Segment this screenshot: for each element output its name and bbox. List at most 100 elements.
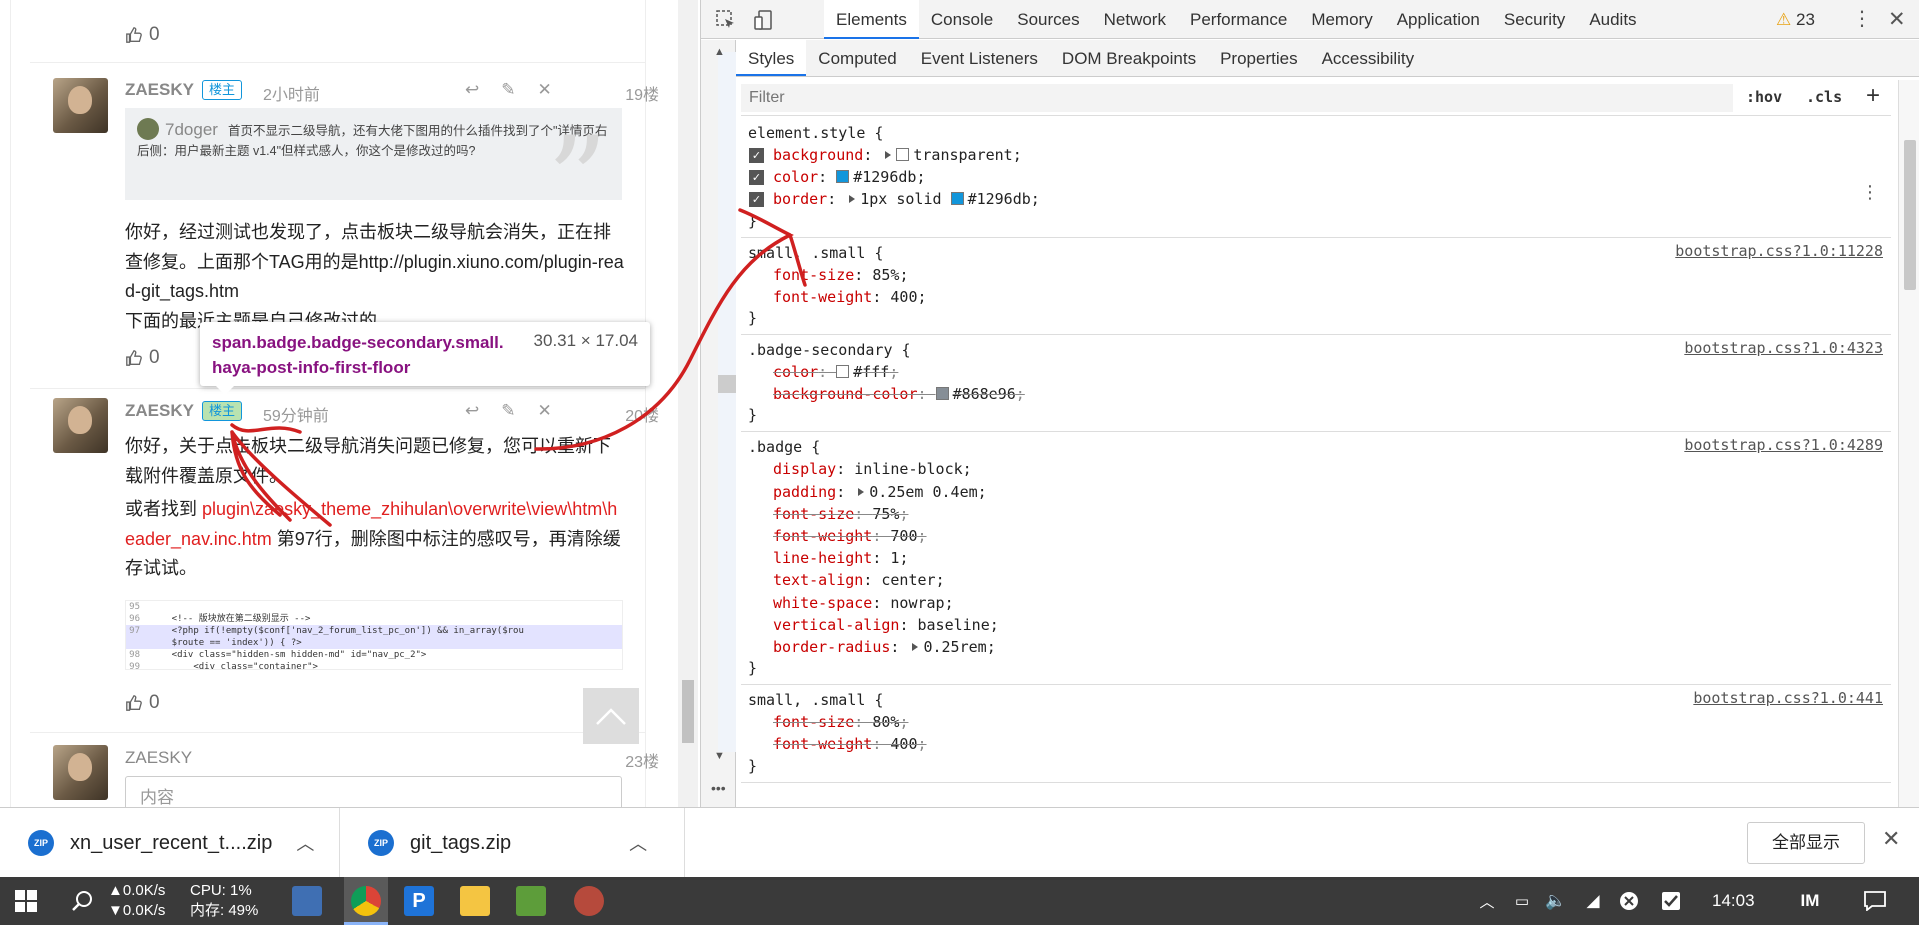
styles-scrollbar[interactable] <box>1898 80 1919 807</box>
expand-triangle-icon[interactable] <box>885 151 892 159</box>
quote-author[interactable]: 7doger <box>165 120 218 139</box>
download-item[interactable]: ZIP git_tags.zip ︿ <box>340 808 685 878</box>
breadcrumb-more-icon[interactable]: ••• <box>711 780 726 796</box>
property-value[interactable]: baseline <box>918 616 990 634</box>
expand-triangle-icon[interactable] <box>858 487 865 496</box>
property-name[interactable]: font-size <box>773 266 854 284</box>
property-value[interactable]: #fff <box>853 363 889 381</box>
tab-elements[interactable]: Elements <box>824 0 919 39</box>
tab-application[interactable]: Application <box>1385 0 1492 39</box>
css-declaration[interactable]: font-weight: 400; <box>748 733 1891 755</box>
search-icon[interactable] <box>62 877 102 925</box>
avatar[interactable] <box>53 398 108 453</box>
device-toolbar-icon[interactable] <box>753 9 775 31</box>
tab-audits[interactable]: Audits <box>1577 0 1648 39</box>
property-value[interactable]: 0.25em 0.4em <box>869 483 977 501</box>
back-to-top-button[interactable] <box>583 688 639 744</box>
download-item[interactable]: ZIP xn_user_recent_t....zip ︿ <box>0 808 340 878</box>
file-explorer-icon[interactable] <box>460 886 490 916</box>
css-declaration[interactable]: ✓ border: 1px solid #1296db; <box>748 188 1891 210</box>
scroll-down-icon[interactable]: ▼ <box>714 750 725 762</box>
hover-state-toggle[interactable]: :hov <box>1746 88 1782 106</box>
like-button[interactable]: 0 <box>125 692 160 714</box>
edit-icon[interactable]: ✎ <box>501 80 515 100</box>
clock[interactable]: 14:03 <box>1712 877 1755 925</box>
new-rule-icon[interactable]: + <box>1866 82 1880 110</box>
like-button[interactable]: 0 <box>125 347 160 369</box>
tab-network[interactable]: Network <box>1092 0 1178 39</box>
css-declaration[interactable]: font-size: 75%; <box>748 503 1891 525</box>
notifications-icon[interactable] <box>1855 877 1895 925</box>
subtab-styles[interactable]: Styles <box>736 40 807 76</box>
property-value[interactable]: 1 <box>890 549 899 567</box>
tab-console[interactable]: Console <box>919 0 1005 39</box>
delete-icon[interactable]: ✕ <box>538 80 552 100</box>
like-button[interactable]: 0 <box>125 24 160 46</box>
css-declaration[interactable]: display: inline-block; <box>748 458 1891 480</box>
color-swatch[interactable] <box>950 192 964 206</box>
volume-icon[interactable]: 🔈 <box>1540 877 1572 925</box>
property-value[interactable]: 700 <box>890 527 917 545</box>
property-name[interactable]: font-weight <box>773 527 872 545</box>
color-swatch[interactable] <box>836 170 850 184</box>
property-name[interactable]: background <box>773 146 863 164</box>
tab-memory[interactable]: Memory <box>1299 0 1384 39</box>
property-name[interactable]: font-size <box>773 505 854 523</box>
property-name[interactable]: text-align <box>773 571 863 589</box>
delete-icon[interactable]: ✕ <box>538 401 552 421</box>
property-name[interactable]: font-size <box>773 713 854 731</box>
property-name[interactable]: border-radius <box>773 638 890 656</box>
network-disconnected-icon[interactable] <box>1612 877 1646 925</box>
page-scrollbar[interactable] <box>678 0 698 807</box>
chrome-icon[interactable] <box>351 886 381 916</box>
subtab-dom-breakpoints[interactable]: DOM Breakpoints <box>1050 40 1208 76</box>
reply-input[interactable]: 内容 <box>125 776 622 807</box>
property-name[interactable]: border <box>773 190 827 208</box>
expand-triangle-icon[interactable] <box>849 195 856 204</box>
rule-more-icon[interactable]: ⋮ <box>1861 182 1879 203</box>
input-method-icon[interactable]: IM <box>1790 877 1830 925</box>
property-value[interactable]: #868e96 <box>953 385 1016 403</box>
declaration-checkbox[interactable]: ✓ <box>749 170 764 186</box>
css-declaration[interactable]: font-weight: 400; <box>748 286 1891 308</box>
css-declaration[interactable]: line-height: 1; <box>748 547 1891 569</box>
css-declaration[interactable]: text-align: center; <box>748 569 1891 591</box>
show-all-downloads-button[interactable]: 全部显示 <box>1747 822 1865 864</box>
property-name[interactable]: white-space <box>773 594 872 612</box>
css-declaration[interactable]: vertical-align: baseline; <box>748 614 1891 636</box>
property-name[interactable]: vertical-align <box>773 616 899 634</box>
action-center-check-icon[interactable] <box>1654 877 1688 925</box>
rule-source-link[interactable]: bootstrap.css?1.0:4323 <box>1684 339 1883 357</box>
property-name[interactable]: color <box>773 363 818 381</box>
tab-sources[interactable]: Sources <box>1005 0 1091 39</box>
edit-icon[interactable]: ✎ <box>501 401 515 421</box>
more-options-icon[interactable]: ⋮ <box>1852 0 1872 39</box>
color-swatch[interactable] <box>896 148 910 161</box>
css-declaration[interactable]: padding: 0.25em 0.4em; <box>748 481 1891 503</box>
class-toggle[interactable]: .cls <box>1806 88 1842 106</box>
wifi-icon[interactable]: ◢ <box>1576 877 1610 925</box>
tab-performance[interactable]: Performance <box>1178 0 1299 39</box>
property-name[interactable]: color <box>773 168 818 186</box>
css-declaration[interactable]: font-weight: 700; <box>748 525 1891 547</box>
windows-start-icon[interactable] <box>0 877 52 925</box>
property-value[interactable]: transparent <box>913 146 1012 164</box>
css-declaration[interactable]: font-size: 80%; <box>748 711 1891 733</box>
declaration-checkbox[interactable]: ✓ <box>749 192 764 208</box>
subtab-accessibility[interactable]: Accessibility <box>1310 40 1427 76</box>
css-declaration[interactable]: background-color: #868e96; <box>748 383 1891 405</box>
chevron-up-icon[interactable]: ︿ <box>296 830 314 856</box>
property-name[interactable]: background-color <box>773 385 918 403</box>
subtab-properties[interactable]: Properties <box>1208 40 1309 76</box>
property-name[interactable]: font-weight <box>773 735 872 753</box>
warnings-counter[interactable]: ⚠ 23 <box>1776 0 1815 39</box>
rule-source-link[interactable]: bootstrap.css?1.0:4289 <box>1684 436 1883 454</box>
subtab-event-listeners[interactable]: Event Listeners <box>909 40 1050 76</box>
scroll-up-icon[interactable]: ▲ <box>714 46 725 58</box>
battery-icon[interactable]: ▭ <box>1506 877 1538 925</box>
reply-icon[interactable]: ↩ <box>465 80 479 100</box>
app-icon[interactable] <box>292 886 322 916</box>
property-value[interactable]: 80% <box>872 713 899 731</box>
property-name[interactable]: padding <box>773 483 836 501</box>
property-value[interactable]: #1296db <box>968 190 1031 208</box>
